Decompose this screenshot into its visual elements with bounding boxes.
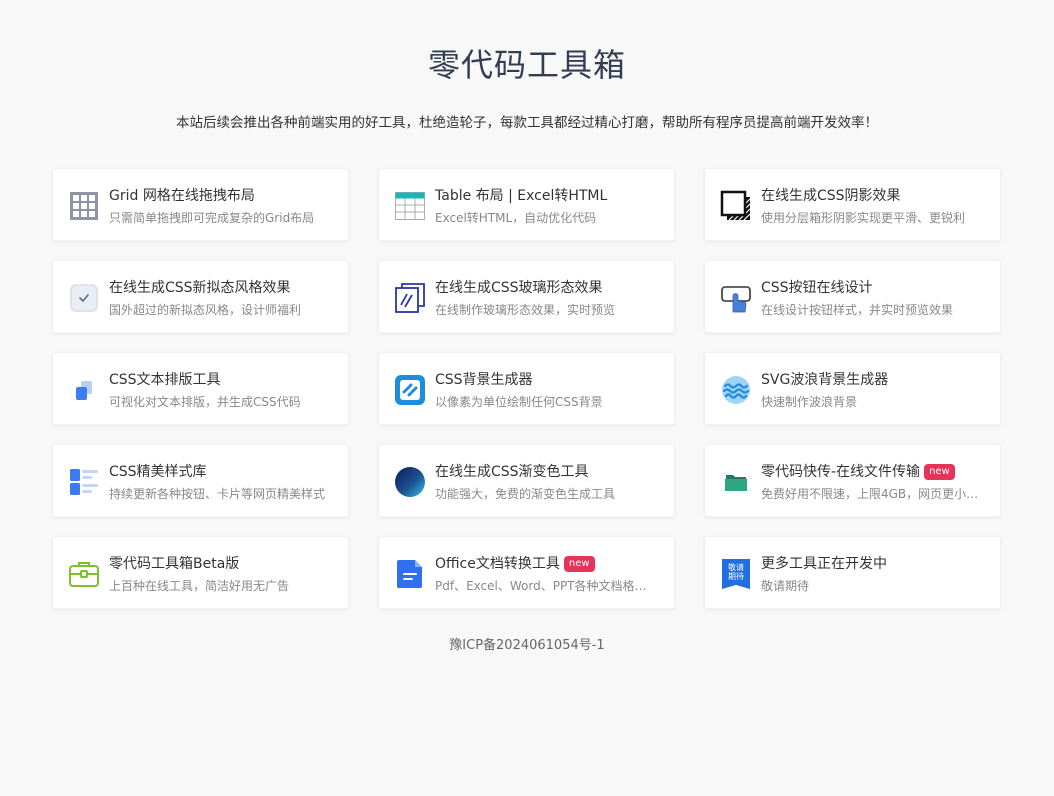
tool-card-css-shadow[interactable]: 在线生成CSS阴影效果 使用分层箱形阴影实现更平滑、更锐利 (704, 168, 1001, 241)
new-badge: new (924, 464, 955, 480)
tool-desc: 在线制作玻璃形态效果，实时预览 (435, 303, 616, 317)
tool-title: CSS精美样式库 (109, 464, 207, 480)
folder-icon (720, 466, 752, 498)
tool-title: Grid 网格在线拖拽布局 (109, 188, 255, 204)
grid-icon (68, 190, 100, 222)
background-icon (394, 374, 426, 406)
tool-card-neumorphism[interactable]: 在线生成CSS新拟态风格效果 国外超过的新拟态风格，设计师福利 (52, 260, 349, 333)
text-layout-icon (68, 374, 100, 406)
coming-soon-icon: 敬请 期待 (720, 558, 752, 590)
toolbox-icon (68, 558, 100, 590)
tool-card-css-background[interactable]: CSS背景生成器 以像素为单位绘制任何CSS背景 (378, 352, 675, 425)
tool-title: CSS文本排版工具 (109, 372, 221, 388)
tool-title: 在线生成CSS新拟态风格效果 (109, 280, 291, 296)
tool-desc: 以像素为单位绘制任何CSS背景 (435, 395, 603, 409)
tool-desc: 持续更新各种按钮、卡片等网页精美样式 (109, 487, 326, 501)
wave-icon (720, 374, 752, 406)
page-subtitle: 本站后续会推出各种前端实用的好工具，杜绝造轮子，每款工具都经过精心打磨，帮助所有… (176, 115, 878, 131)
tool-card-office-convert[interactable]: Office文档转换工具 new Pdf、Excel、Word、PPT各种文档格式… (378, 536, 675, 609)
tool-desc: 只需简单拖拽即可完成复杂的Grid布局 (109, 211, 315, 225)
tool-title: CSS按钮在线设计 (761, 280, 873, 296)
tool-desc: 在线设计按钮样式，并实时预览效果 (761, 303, 954, 317)
table-icon (394, 190, 426, 222)
tool-card-file-transfer[interactable]: 零代码快传-在线文件传输 new 免费好用不限速，上限4GB，网页更小巧好用 (704, 444, 1001, 517)
tool-desc: Pdf、Excel、Word、PPT各种文档格式互相转换 (435, 579, 658, 593)
tool-grid: Grid 网格在线拖拽布局 只需简单拖拽即可完成复杂的Grid布局 Table … (52, 168, 1001, 609)
tool-card-toolbox-beta[interactable]: 零代码工具箱Beta版 上百种在线工具，简洁好用无广告 (52, 536, 349, 609)
tool-desc: 免费好用不限速，上限4GB，网页更小巧好用 (761, 487, 984, 501)
icp-link[interactable]: 豫ICP备2024061054号-1 (0, 634, 1054, 653)
tool-title: Office文档转换工具 new (435, 554, 658, 574)
tool-title: 零代码快传-在线文件传输 new (761, 462, 984, 482)
tool-title: SVG波浪背景生成器 (761, 372, 889, 388)
tool-card-glassmorphism[interactable]: 在线生成CSS玻璃形态效果 在线制作玻璃形态效果，实时预览 (378, 260, 675, 333)
gradient-icon (394, 466, 426, 498)
page-title: 零代码工具箱 (427, 46, 626, 84)
tool-desc: Excel转HTML，自动优化代码 (435, 211, 597, 225)
shadow-icon (720, 190, 752, 222)
tool-desc: 敬请期待 (761, 579, 810, 593)
tool-card-grid-layout[interactable]: Grid 网格在线拖拽布局 只需简单拖拽即可完成复杂的Grid布局 (52, 168, 349, 241)
glass-icon (394, 282, 426, 314)
coming-soon-line2: 期待 (728, 571, 744, 581)
tool-desc: 上百种在线工具，简洁好用无广告 (109, 579, 290, 593)
tool-title: 更多工具正在开发中 (761, 556, 887, 572)
tool-card-coming-soon[interactable]: 敬请 期待 更多工具正在开发中 敬请期待 (704, 536, 1001, 609)
tool-card-style-library[interactable]: CSS精美样式库 持续更新各种按钮、卡片等网页精美样式 (52, 444, 349, 517)
tool-title: 零代码工具箱Beta版 (109, 556, 240, 572)
tool-card-css-button[interactable]: CSS按钮在线设计 在线设计按钮样式，并实时预览效果 (704, 260, 1001, 333)
document-icon (394, 558, 426, 590)
neumorphism-icon (68, 282, 100, 314)
tool-desc: 国外超过的新拟态风格，设计师福利 (109, 303, 302, 317)
tool-title: 在线生成CSS阴影效果 (761, 188, 901, 204)
coming-soon-line1: 敬请 (728, 562, 744, 572)
tool-title: 在线生成CSS渐变色工具 (435, 464, 589, 480)
tool-card-table-layout[interactable]: Table 布局 | Excel转HTML Excel转HTML，自动优化代码 (378, 168, 675, 241)
tool-title: CSS背景生成器 (435, 372, 533, 388)
tool-card-text-layout[interactable]: CSS文本排版工具 可视化对文本排版，并生成CSS代码 (52, 352, 349, 425)
tool-desc: 使用分层箱形阴影实现更平滑、更锐利 (761, 211, 966, 225)
tool-desc: 快速制作波浪背景 (761, 395, 858, 409)
tool-desc: 功能强大，免费的渐变色生成工具 (435, 487, 616, 501)
button-design-icon (720, 282, 752, 314)
tool-card-svg-wave[interactable]: SVG波浪背景生成器 快速制作波浪背景 (704, 352, 1001, 425)
tool-title: 在线生成CSS玻璃形态效果 (435, 280, 603, 296)
tool-card-css-gradient[interactable]: 在线生成CSS渐变色工具 功能强大，免费的渐变色生成工具 (378, 444, 675, 517)
tool-desc: 可视化对文本排版，并生成CSS代码 (109, 395, 301, 409)
tool-title: Table 布局 | Excel转HTML (435, 188, 608, 204)
style-library-icon (68, 466, 100, 498)
new-badge: new (563, 556, 595, 572)
